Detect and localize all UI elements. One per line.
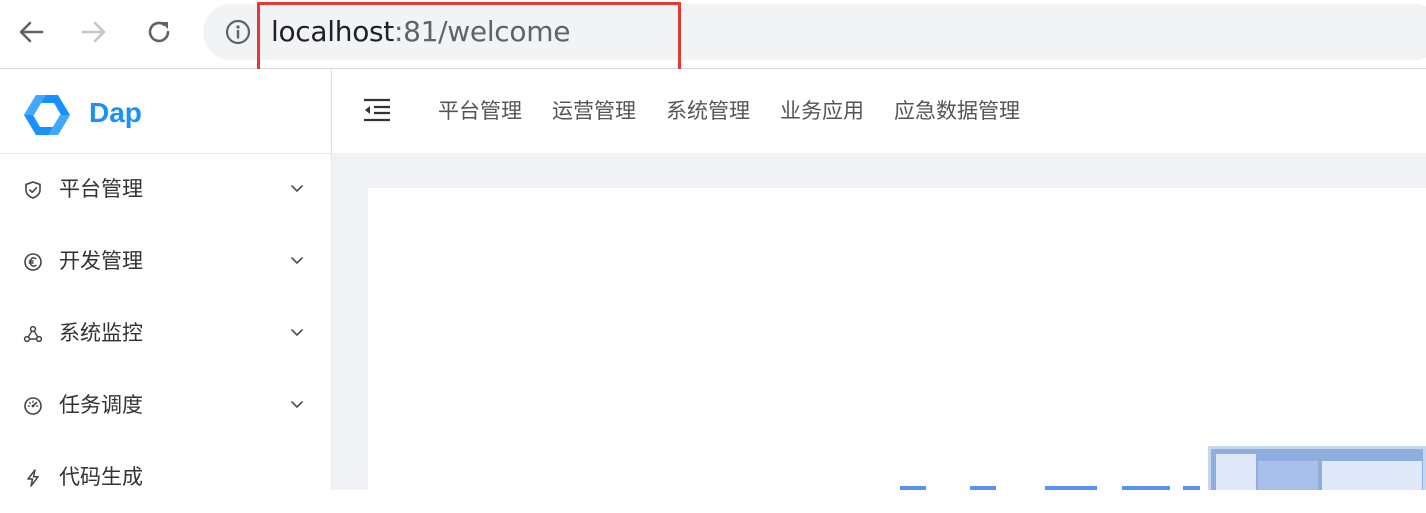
- dap-logo-icon: [24, 95, 70, 135]
- menu-fold-icon[interactable]: [362, 97, 392, 123]
- euro-circle-icon: [22, 251, 44, 273]
- sidebar-item-label: 平台管理: [59, 177, 143, 201]
- top-nav-system-management[interactable]: 系统管理: [666, 97, 750, 125]
- welcome-illustration-lines: [900, 486, 1200, 490]
- sidebar-item-dev-management[interactable]: 开发管理: [0, 225, 331, 297]
- top-nav-emergency-data-management[interactable]: 应急数据管理: [894, 97, 1020, 125]
- logo-text: Dap: [89, 97, 142, 128]
- thunderbolt-icon: [22, 467, 44, 489]
- address-bar[interactable]: localhost:81/welcome: [203, 4, 1426, 60]
- cluster-icon: [22, 323, 44, 345]
- sidebar: Dap 平台管理 开发管理 系统监控 任务调度 代码生成: [0, 69, 332, 490]
- chevron-down-icon: [291, 329, 303, 336]
- sidebar-item-system-monitor[interactable]: 系统监控: [0, 297, 331, 369]
- url-path: :81/welcome: [394, 15, 571, 48]
- welcome-illustration: [1208, 446, 1426, 490]
- url-text[interactable]: localhost:81/welcome: [271, 15, 570, 49]
- welcome-content-card: [368, 188, 1426, 490]
- shield-check-icon: [22, 179, 44, 201]
- arrow-right-icon: [81, 21, 106, 43]
- top-nav: 平台管理 运营管理 系统管理 业务应用 应急数据管理: [438, 97, 1050, 125]
- forward-button[interactable]: [76, 14, 112, 50]
- app-header: 平台管理 运营管理 系统管理 业务应用 应急数据管理: [332, 69, 1426, 153]
- sidebar-item-label: 系统监控: [59, 321, 143, 345]
- reload-button[interactable]: [141, 14, 177, 50]
- sidebar-item-label: 任务调度: [59, 393, 143, 417]
- sidebar-item-code-generation[interactable]: 代码生成: [0, 441, 331, 513]
- top-nav-operations-management[interactable]: 运营管理: [552, 97, 636, 125]
- sidebar-item-task-scheduling[interactable]: 任务调度: [0, 369, 331, 441]
- chevron-down-icon: [291, 185, 303, 192]
- chevron-down-icon: [291, 401, 303, 408]
- sidebar-item-label: 开发管理: [59, 249, 143, 273]
- top-nav-platform-management[interactable]: 平台管理: [438, 97, 522, 125]
- sidebar-item-label: 代码生成: [59, 465, 143, 489]
- browser-toolbar: localhost:81/welcome: [0, 0, 1426, 69]
- chevron-down-icon: [291, 257, 303, 264]
- dashboard-gauge-icon: [22, 395, 44, 417]
- back-button[interactable]: [13, 14, 49, 50]
- top-nav-business-apps[interactable]: 业务应用: [780, 97, 864, 125]
- logo[interactable]: Dap: [0, 69, 331, 154]
- sidebar-item-platform-management[interactable]: 平台管理: [0, 153, 331, 225]
- arrow-left-icon: [19, 21, 44, 43]
- url-host: localhost: [271, 15, 394, 48]
- reload-icon: [148, 21, 170, 43]
- info-icon[interactable]: [225, 19, 251, 45]
